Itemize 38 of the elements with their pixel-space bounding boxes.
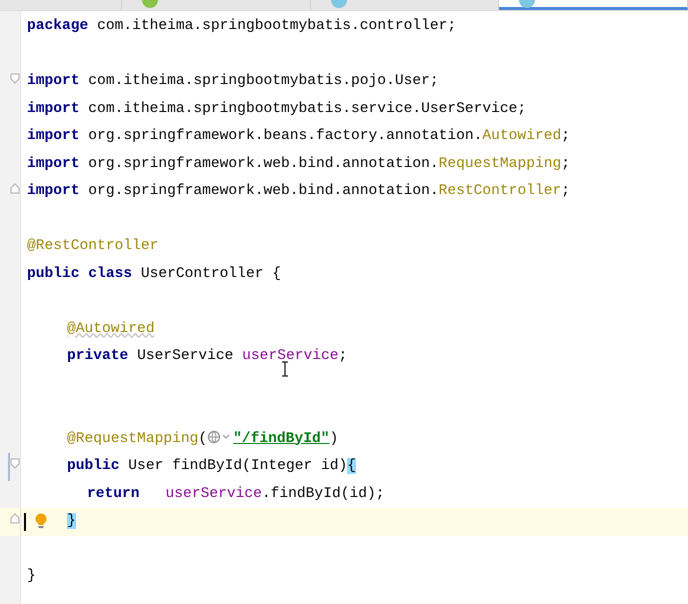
keyword: public class <box>27 266 132 282</box>
annotation: @RestController <box>27 238 158 254</box>
code-text: ) <box>329 430 338 446</box>
code-text: .findById(id); <box>262 486 384 502</box>
annotation: @Autowired <box>67 320 155 336</box>
code-text: ; <box>561 156 570 172</box>
matched-brace: { <box>347 458 356 474</box>
code-text: ; <box>561 128 570 144</box>
code-text: org.springframework.beans.factory.annotation. <box>87 128 482 144</box>
keyword: import <box>27 128 80 144</box>
keyword: import <box>27 183 80 199</box>
field-name: userService <box>242 348 339 364</box>
code-text: } <box>27 568 36 584</box>
keyword: return <box>87 486 140 502</box>
keyword: package <box>27 18 88 34</box>
keyword: import <box>27 100 80 116</box>
keyword: public <box>67 458 120 474</box>
annotation: RequestMapping <box>438 156 562 172</box>
string-literal: "/findById" <box>233 430 330 446</box>
code-text: ( <box>198 430 208 446</box>
code-text: UserController { <box>140 266 281 282</box>
code-text: org.springframework.web.bind.annotation. <box>87 156 439 172</box>
code-text: com.itheima.springbootmybatis.service.UserService; <box>87 100 526 116</box>
code-text: UserService <box>136 348 234 364</box>
code-text: org.springframework.web.bind.annotation. <box>87 183 439 199</box>
keyword: import <box>27 73 80 89</box>
matched-brace: } <box>67 513 76 529</box>
code-text: ; <box>561 183 570 199</box>
code-text: com.itheima.springbootmybatis.controller; <box>96 18 456 34</box>
annotation: @RequestMapping <box>67 430 198 446</box>
keyword: private <box>67 348 128 364</box>
code-text: User findById(Integer id) <box>127 458 348 474</box>
keyword: import <box>27 156 80 172</box>
annotation: Autowired <box>482 128 562 144</box>
code-text: com.itheima.springbootmybatis.pojo.User; <box>87 73 439 89</box>
annotation: RestController <box>438 183 562 199</box>
code-text: ; <box>338 348 348 364</box>
field-name: userService <box>166 486 262 502</box>
